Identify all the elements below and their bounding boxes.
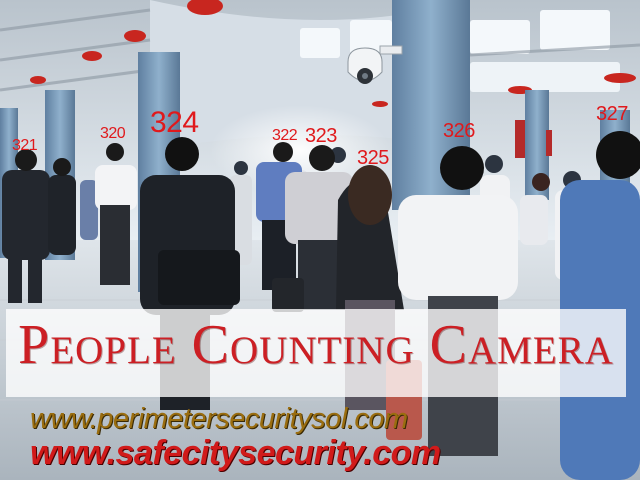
red-sign bbox=[515, 120, 525, 158]
count-label: 321 bbox=[12, 137, 38, 154]
count-label: 326 bbox=[443, 120, 475, 142]
count-label: 320 bbox=[100, 125, 126, 142]
count-label: 322 bbox=[272, 127, 298, 144]
count-label: 325 bbox=[357, 147, 389, 169]
station-scene: 321 320 324 322 323 325 326 327 People C… bbox=[0, 0, 640, 480]
banner-title: People Counting Camera bbox=[18, 314, 614, 376]
count-label: 324 bbox=[150, 106, 199, 139]
title-banner: People Counting Camera bbox=[6, 309, 626, 397]
website-url-primary: www.perimetersecuritysol.com bbox=[30, 403, 408, 435]
person-silhouette bbox=[560, 131, 640, 480]
count-label: 323 bbox=[305, 125, 337, 147]
count-label: 327 bbox=[596, 103, 628, 125]
red-sign bbox=[546, 130, 552, 156]
website-url-secondary: www.safecitysecurity.com bbox=[30, 434, 441, 472]
